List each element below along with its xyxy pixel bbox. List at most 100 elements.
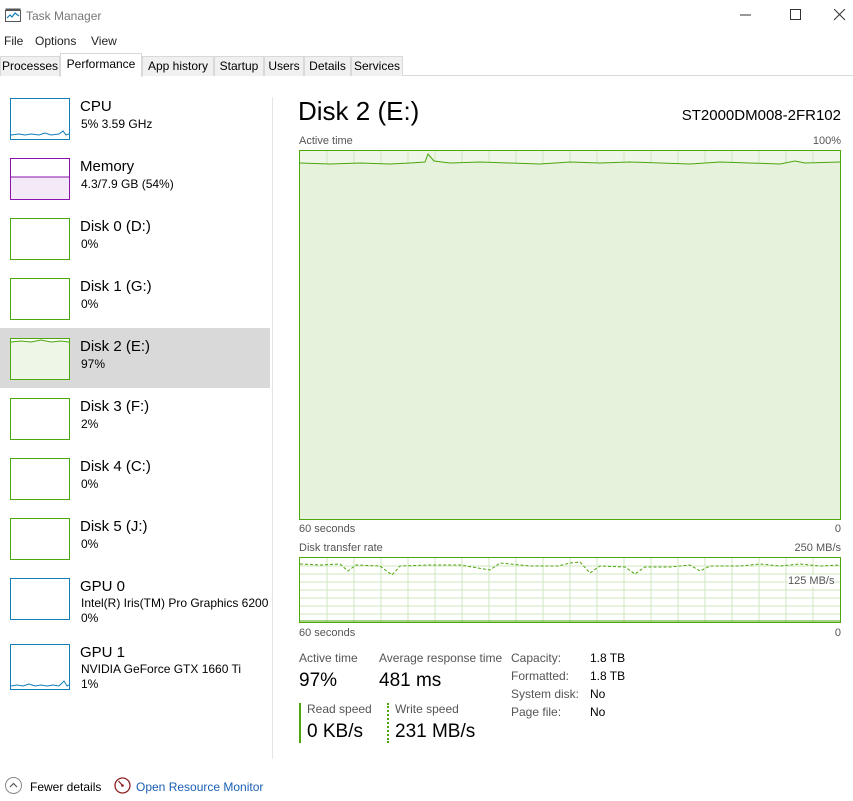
minimize-icon (740, 14, 751, 16)
write-speed-label: Write speed (395, 702, 459, 716)
menu-view[interactable]: View (91, 34, 117, 48)
formatted-value: 1.8 TB (590, 669, 626, 683)
gpu-thumbnail-graph (10, 578, 70, 620)
tab-processes[interactable]: Processes (0, 56, 60, 76)
menu-bar: File Options View (0, 31, 853, 52)
active-time-plot (299, 151, 841, 519)
read-speed-indicator (299, 703, 301, 743)
disk-thumbnail-graph (10, 278, 70, 320)
active-time-value: 97% (299, 670, 338, 691)
tab-app-history[interactable]: App history (142, 56, 214, 76)
sidebar-item-disk-2[interactable]: Disk 2 (E:) 97% (0, 328, 270, 388)
sidebar-item-label: Disk 5 (J:) (80, 518, 148, 535)
avg-response-value: 481 ms (379, 670, 442, 691)
tab-users[interactable]: Users (264, 56, 304, 76)
menu-file[interactable]: File (4, 34, 23, 48)
active-time-label: Active time (299, 651, 358, 665)
system-disk-value: No (590, 687, 606, 701)
avg-response-label: Average response time (379, 651, 503, 665)
maximize-button[interactable] (773, 0, 819, 30)
resource-monitor-icon[interactable] (114, 777, 131, 794)
sidebar-item-label: Disk 0 (D:) (80, 218, 151, 235)
sidebar-item-disk-3[interactable]: Disk 3 (F:) 2% (0, 388, 270, 448)
sidebar-item-gpu-0[interactable]: GPU 0 Intel(R) Iris(TM) Pro Graphics 620… (0, 568, 270, 630)
sidebar-item-label: GPU 0 (80, 578, 126, 595)
cpu-thumbnail-graph (10, 98, 70, 140)
disk-thumbnail-graph (10, 398, 70, 440)
sidebar-item-model: Intel(R) Iris(TM) Pro Graphics 6200 (81, 596, 269, 610)
tab-performance[interactable]: Performance (60, 53, 142, 77)
sidebar-item-value: 0% (81, 297, 99, 311)
active-time-fill (300, 154, 840, 519)
disk-thumbnail-graph (10, 518, 70, 560)
window-title: Task Manager (26, 9, 102, 23)
write-speed-indicator (387, 703, 389, 743)
title-bar[interactable]: Task Manager (0, 0, 853, 31)
open-resource-monitor-link[interactable]: Open Resource Monitor (136, 780, 263, 794)
close-icon (834, 9, 846, 21)
sidebar-item-memory[interactable]: Memory 4.3/7.9 GB (54%) (0, 148, 270, 208)
page-file-label: Page file: (511, 705, 562, 719)
tab-bar: Processes Performance App history Startu… (0, 53, 853, 77)
disk-thumbnail-graph (10, 338, 70, 380)
sidebar-item-value: 0% (81, 537, 99, 551)
minimize-button[interactable] (723, 0, 769, 30)
sidebar-item-value: 0% (81, 611, 99, 625)
sidebar-item-disk-5[interactable]: Disk 5 (J:) 0% (0, 508, 270, 568)
resource-sidebar: CPU 5% 3.59 GHz Memory 4.3/7.9 GB (54%) … (0, 86, 270, 756)
formatted-label: Formatted: (511, 669, 570, 683)
disk-thumbnail-graph (10, 458, 70, 500)
footer-bar: Fewer details Open Resource Monitor (0, 772, 853, 801)
graph-mid-label: 125 MB/s (788, 575, 835, 587)
tab-details[interactable]: Details (304, 56, 351, 76)
sidebar-item-value: 0% (81, 477, 99, 491)
page-file-value: No (590, 705, 606, 719)
graph-max-label: 250 MB/s (794, 542, 841, 554)
task-manager-icon (5, 8, 21, 22)
tab-services[interactable]: Services (351, 56, 403, 76)
read-speed-label: Read speed (307, 702, 372, 716)
tab-startup[interactable]: Startup (214, 56, 264, 76)
page-title: Disk 2 (E:) (298, 96, 420, 126)
read-speed-value: 0 KB/s (307, 721, 363, 742)
sidebar-item-disk-1[interactable]: Disk 1 (G:) 0% (0, 268, 270, 328)
sidebar-item-model: NVIDIA GeForce GTX 1660 Ti (81, 662, 242, 676)
sidebar-item-label: Disk 3 (F:) (80, 398, 150, 415)
sidebar-item-label: Disk 1 (G:) (80, 278, 152, 295)
active-time-graph (299, 150, 841, 520)
graph-label: Disk transfer rate (299, 542, 383, 554)
sidebar-item-cpu[interactable]: CPU 5% 3.59 GHz (0, 88, 270, 148)
sidebar-item-label: GPU 1 (80, 644, 126, 661)
graph-label: Active time (299, 135, 353, 147)
maximize-icon (790, 9, 801, 20)
sidebar-item-value: 4.3/7.9 GB (54%) (81, 177, 174, 191)
graph-min-label: 0 (834, 523, 841, 535)
menu-options[interactable]: Options (35, 34, 76, 48)
capacity-value: 1.8 TB (590, 651, 626, 665)
memory-thumbnail-graph (10, 158, 70, 200)
sidebar-item-label: Disk 4 (C:) (80, 458, 151, 475)
system-disk-label: System disk: (511, 687, 580, 701)
sidebar-item-value: 0% (81, 237, 99, 251)
sidebar-item-label: CPU (80, 98, 112, 115)
sidebar-item-label: Memory (80, 158, 135, 175)
transfer-rate-graph (299, 557, 841, 623)
panel-divider (272, 97, 273, 759)
write-speed-value: 231 MB/s (395, 721, 476, 742)
graph-max-label: 100% (812, 135, 841, 147)
sidebar-item-disk-4[interactable]: Disk 4 (C:) 0% (0, 448, 270, 508)
sidebar-item-value: 5% 3.59 GHz (81, 117, 153, 131)
sidebar-item-value: 2% (81, 417, 99, 431)
gpu-thumbnail-graph (10, 644, 70, 690)
sidebar-item-disk-0[interactable]: Disk 0 (D:) 0% (0, 208, 270, 268)
graph-time-label: 60 seconds (299, 627, 356, 639)
sidebar-item-value: 97% (81, 357, 106, 371)
fewer-details-button[interactable]: Fewer details (30, 780, 101, 794)
close-button[interactable] (817, 0, 853, 30)
graph-min-label: 0 (834, 627, 841, 639)
sidebar-item-gpu-1[interactable]: GPU 1 NVIDIA GeForce GTX 1660 Ti 1% (0, 634, 270, 696)
sidebar-item-value: 1% (81, 677, 99, 691)
disk-model: ST2000DM008-2FR102 (681, 107, 841, 124)
disk-thumbnail-graph (10, 218, 70, 260)
chevron-up-icon[interactable] (5, 777, 22, 794)
